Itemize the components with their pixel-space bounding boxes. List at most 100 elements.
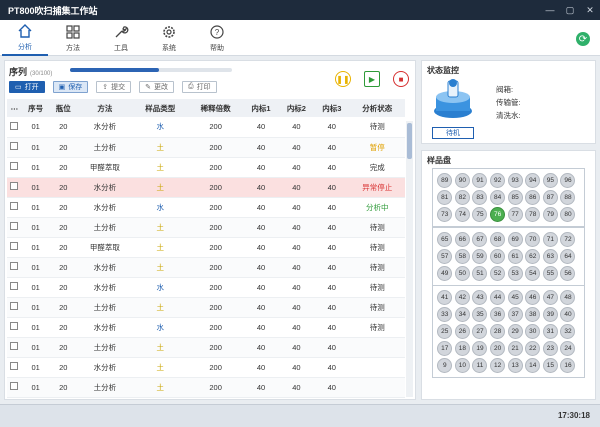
tray-position[interactable]: 11 — [472, 358, 488, 373]
tray-position[interactable]: 85 — [507, 190, 523, 205]
row-checkbox[interactable] — [10, 162, 19, 170]
tray-position[interactable]: 55 — [542, 266, 558, 281]
tray-position[interactable]: 27 — [472, 324, 488, 339]
tray-position[interactable]: 40 — [560, 307, 576, 322]
tray-position[interactable]: 37 — [507, 307, 523, 322]
row-checkbox[interactable] — [10, 382, 19, 390]
table-row[interactable]: 01 20 水分析土 200 40 40 40 — [7, 357, 405, 378]
table-scrollbar[interactable] — [406, 121, 413, 397]
tray-position[interactable]: 18 — [454, 341, 470, 356]
tray-position[interactable]: 41 — [437, 290, 453, 305]
row-checkbox[interactable] — [10, 222, 19, 230]
tray-position[interactable]: 19 — [472, 341, 488, 356]
tray-position[interactable]: 13 — [507, 358, 523, 373]
tray-position[interactable]: 70 — [525, 232, 541, 247]
tray-position[interactable]: 89 — [437, 173, 453, 188]
tray-position[interactable]: 21 — [507, 341, 523, 356]
toolbar-tools[interactable]: 工具 — [98, 20, 144, 56]
table-row[interactable]: 01 20 土分析土 200 40 40 40 — [7, 337, 405, 358]
tray-position[interactable]: 62 — [525, 249, 541, 264]
tray-position[interactable]: 33 — [437, 307, 453, 322]
tray-position[interactable]: 35 — [472, 307, 488, 322]
tray-position[interactable]: 50 — [454, 266, 470, 281]
row-checkbox[interactable] — [10, 242, 19, 250]
tray-position[interactable]: 43 — [472, 290, 488, 305]
tray-position[interactable]: 71 — [542, 232, 558, 247]
tray-position[interactable]: 49 — [437, 266, 453, 281]
tray-position[interactable]: 28 — [490, 324, 506, 339]
tray-position[interactable]: 86 — [525, 190, 541, 205]
tray-position[interactable]: 90 — [454, 173, 470, 188]
modify-button[interactable]: ✎ 更改 — [139, 81, 174, 93]
close-button[interactable]: ✕ — [580, 0, 600, 20]
tray-position[interactable]: 67 — [472, 232, 488, 247]
tray-position[interactable]: 10 — [454, 358, 470, 373]
tray-position[interactable]: 69 — [507, 232, 523, 247]
toolbar-method[interactable]: 方法 — [50, 20, 96, 56]
tray-position[interactable]: 42 — [454, 290, 470, 305]
tray-position[interactable]: 29 — [507, 324, 523, 339]
tray-position[interactable]: 87 — [542, 190, 558, 205]
row-checkbox[interactable] — [10, 121, 19, 130]
table-row[interactable]: 01 20 甲醛萃取土 200 40 40 40 待测 — [7, 237, 405, 258]
tray-position[interactable]: 92 — [490, 173, 506, 188]
tray-position[interactable]: 72 — [560, 232, 576, 247]
tray-position[interactable]: 26 — [454, 324, 470, 339]
table-row[interactable]: 01 20 水分析水 200 40 40 40 待测 — [7, 317, 405, 338]
row-checkbox[interactable] — [10, 182, 19, 190]
save-button[interactable]: ▣ 保存 — [52, 81, 89, 93]
tray-position[interactable]: 65 — [437, 232, 453, 247]
tray-position[interactable]: 12 — [490, 358, 506, 373]
tray-position[interactable]: 47 — [542, 290, 558, 305]
tray-position[interactable]: 46 — [525, 290, 541, 305]
tray-position[interactable]: 34 — [454, 307, 470, 322]
print-button[interactable]: ⎙ 打印 — [182, 81, 217, 93]
tray-position[interactable]: 94 — [525, 173, 541, 188]
tray-position[interactable]: 56 — [560, 266, 576, 281]
tray-position[interactable]: 54 — [525, 266, 541, 281]
tray-position[interactable]: 93 — [507, 173, 523, 188]
tray-position[interactable]: 23 — [542, 341, 558, 356]
tray-position[interactable]: 22 — [525, 341, 541, 356]
tray-position[interactable]: 60 — [490, 249, 506, 264]
tray-position[interactable]: 57 — [437, 249, 453, 264]
row-checkbox[interactable] — [10, 282, 19, 290]
tray-position[interactable]: 95 — [542, 173, 558, 188]
tray-position[interactable]: 77 — [507, 207, 523, 222]
tray-position[interactable]: 83 — [472, 190, 488, 205]
table-row[interactable]: 01 20 水分析土 200 40 40 40 异常停止 — [7, 177, 405, 198]
tray-position[interactable]: 24 — [560, 341, 576, 356]
tray-position[interactable]: 16 — [560, 358, 576, 373]
tray-position[interactable]: 75 — [472, 207, 488, 222]
tray-position[interactable]: 96 — [560, 173, 576, 188]
table-row[interactable]: 01 20 水分析水 200 40 40 40 分析中 — [7, 197, 405, 218]
tray-position[interactable]: 17 — [437, 341, 453, 356]
tray-position[interactable]: 32 — [560, 324, 576, 339]
toolbar-analysis[interactable]: 分析 — [2, 20, 48, 56]
table-row[interactable]: 01 20 甲醛萃取土 200 40 40 40 完成 — [7, 157, 405, 178]
row-checkbox[interactable] — [10, 362, 19, 370]
table-row[interactable]: 01 20 土分析土 200 40 40 40 — [7, 377, 405, 398]
tray-position[interactable]: 68 — [490, 232, 506, 247]
play-button[interactable]: ▶ — [364, 71, 380, 87]
tray-position[interactable]: 91 — [472, 173, 488, 188]
submit-button[interactable]: ⇪ 提交 — [96, 81, 132, 93]
toolbar-system[interactable]: 系统 — [146, 20, 192, 56]
table-row[interactable]: 01 20 水分析水 200 40 40 40 待测 — [7, 117, 405, 138]
table-row[interactable]: 01 20 土分析土 200 40 40 40 待测 — [7, 297, 405, 318]
tray-position[interactable]: 25 — [437, 324, 453, 339]
tray-position[interactable]: 31 — [542, 324, 558, 339]
tray-position[interactable]: 63 — [542, 249, 558, 264]
tray-position[interactable]: 84 — [490, 190, 506, 205]
table-row[interactable]: 01 20 水分析水 200 40 40 40 待测 — [7, 277, 405, 298]
tray-position[interactable]: 88 — [560, 190, 576, 205]
row-checkbox[interactable] — [10, 202, 19, 210]
scroll-thumb[interactable] — [407, 123, 412, 159]
minimize-button[interactable]: — — [540, 0, 560, 20]
tray-position[interactable]: 52 — [490, 266, 506, 281]
tray-position[interactable]: 73 — [437, 207, 453, 222]
tray-position[interactable]: 45 — [507, 290, 523, 305]
tray-position[interactable]: 74 — [454, 207, 470, 222]
tray-position[interactable]: 79 — [542, 207, 558, 222]
tray-position[interactable]: 44 — [490, 290, 506, 305]
